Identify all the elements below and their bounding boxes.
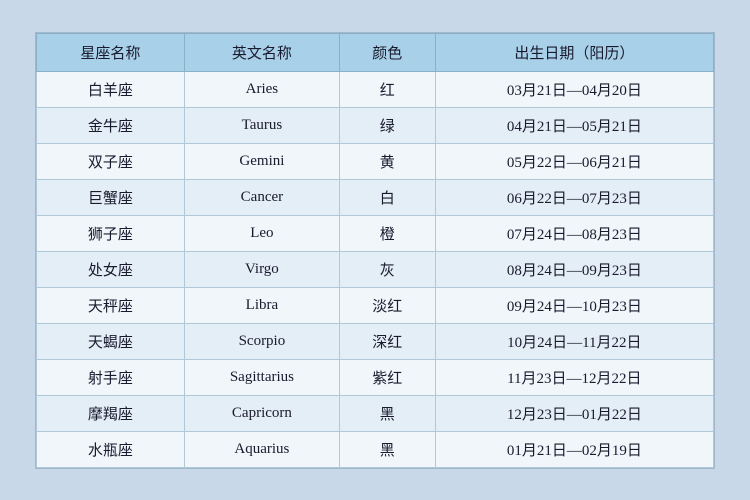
cell-chinese-name: 狮子座: [37, 215, 185, 251]
zodiac-table: 星座名称 英文名称 颜色 出生日期（阳历） 白羊座Aries红03月21日—04…: [36, 33, 714, 468]
cell-color: 橙: [339, 215, 435, 251]
cell-english-name: Scorpio: [184, 323, 339, 359]
cell-dates: 10月24日—11月22日: [435, 323, 713, 359]
cell-color: 灰: [339, 251, 435, 287]
cell-chinese-name: 双子座: [37, 143, 185, 179]
table-row: 白羊座Aries红03月21日—04月20日: [37, 71, 714, 107]
cell-color: 黑: [339, 395, 435, 431]
table-row: 天蝎座Scorpio深红10月24日—11月22日: [37, 323, 714, 359]
cell-english-name: Sagittarius: [184, 359, 339, 395]
header-color: 颜色: [339, 33, 435, 71]
cell-color: 红: [339, 71, 435, 107]
cell-english-name: Capricorn: [184, 395, 339, 431]
cell-chinese-name: 金牛座: [37, 107, 185, 143]
cell-dates: 05月22日—06月21日: [435, 143, 713, 179]
cell-english-name: Taurus: [184, 107, 339, 143]
cell-color: 淡红: [339, 287, 435, 323]
cell-english-name: Gemini: [184, 143, 339, 179]
table-row: 摩羯座Capricorn黑12月23日—01月22日: [37, 395, 714, 431]
cell-dates: 03月21日—04月20日: [435, 71, 713, 107]
cell-color: 白: [339, 179, 435, 215]
cell-chinese-name: 天秤座: [37, 287, 185, 323]
cell-color: 绿: [339, 107, 435, 143]
cell-chinese-name: 天蝎座: [37, 323, 185, 359]
cell-dates: 07月24日—08月23日: [435, 215, 713, 251]
cell-dates: 06月22日—07月23日: [435, 179, 713, 215]
table-row: 巨蟹座Cancer白06月22日—07月23日: [37, 179, 714, 215]
cell-dates: 04月21日—05月21日: [435, 107, 713, 143]
table-row: 射手座Sagittarius紫红11月23日—12月22日: [37, 359, 714, 395]
cell-dates: 09月24日—10月23日: [435, 287, 713, 323]
header-english-name: 英文名称: [184, 33, 339, 71]
cell-dates: 01月21日—02月19日: [435, 431, 713, 467]
cell-dates: 12月23日—01月22日: [435, 395, 713, 431]
cell-chinese-name: 处女座: [37, 251, 185, 287]
cell-color: 深红: [339, 323, 435, 359]
cell-english-name: Libra: [184, 287, 339, 323]
cell-english-name: Aries: [184, 71, 339, 107]
cell-chinese-name: 白羊座: [37, 71, 185, 107]
cell-chinese-name: 水瓶座: [37, 431, 185, 467]
table-row: 双子座Gemini黄05月22日—06月21日: [37, 143, 714, 179]
cell-english-name: Virgo: [184, 251, 339, 287]
cell-english-name: Leo: [184, 215, 339, 251]
table-row: 金牛座Taurus绿04月21日—05月21日: [37, 107, 714, 143]
header-dates: 出生日期（阳历）: [435, 33, 713, 71]
cell-chinese-name: 巨蟹座: [37, 179, 185, 215]
zodiac-table-container: 星座名称 英文名称 颜色 出生日期（阳历） 白羊座Aries红03月21日—04…: [35, 32, 715, 469]
cell-chinese-name: 摩羯座: [37, 395, 185, 431]
cell-dates: 08月24日—09月23日: [435, 251, 713, 287]
cell-color: 黑: [339, 431, 435, 467]
header-chinese-name: 星座名称: [37, 33, 185, 71]
cell-english-name: Aquarius: [184, 431, 339, 467]
cell-color: 黄: [339, 143, 435, 179]
cell-chinese-name: 射手座: [37, 359, 185, 395]
table-body: 白羊座Aries红03月21日—04月20日金牛座Taurus绿04月21日—0…: [37, 71, 714, 467]
cell-color: 紫红: [339, 359, 435, 395]
table-row: 水瓶座Aquarius黑01月21日—02月19日: [37, 431, 714, 467]
cell-english-name: Cancer: [184, 179, 339, 215]
table-row: 天秤座Libra淡红09月24日—10月23日: [37, 287, 714, 323]
cell-dates: 11月23日—12月22日: [435, 359, 713, 395]
table-row: 狮子座Leo橙07月24日—08月23日: [37, 215, 714, 251]
table-header-row: 星座名称 英文名称 颜色 出生日期（阳历）: [37, 33, 714, 71]
table-row: 处女座Virgo灰08月24日—09月23日: [37, 251, 714, 287]
